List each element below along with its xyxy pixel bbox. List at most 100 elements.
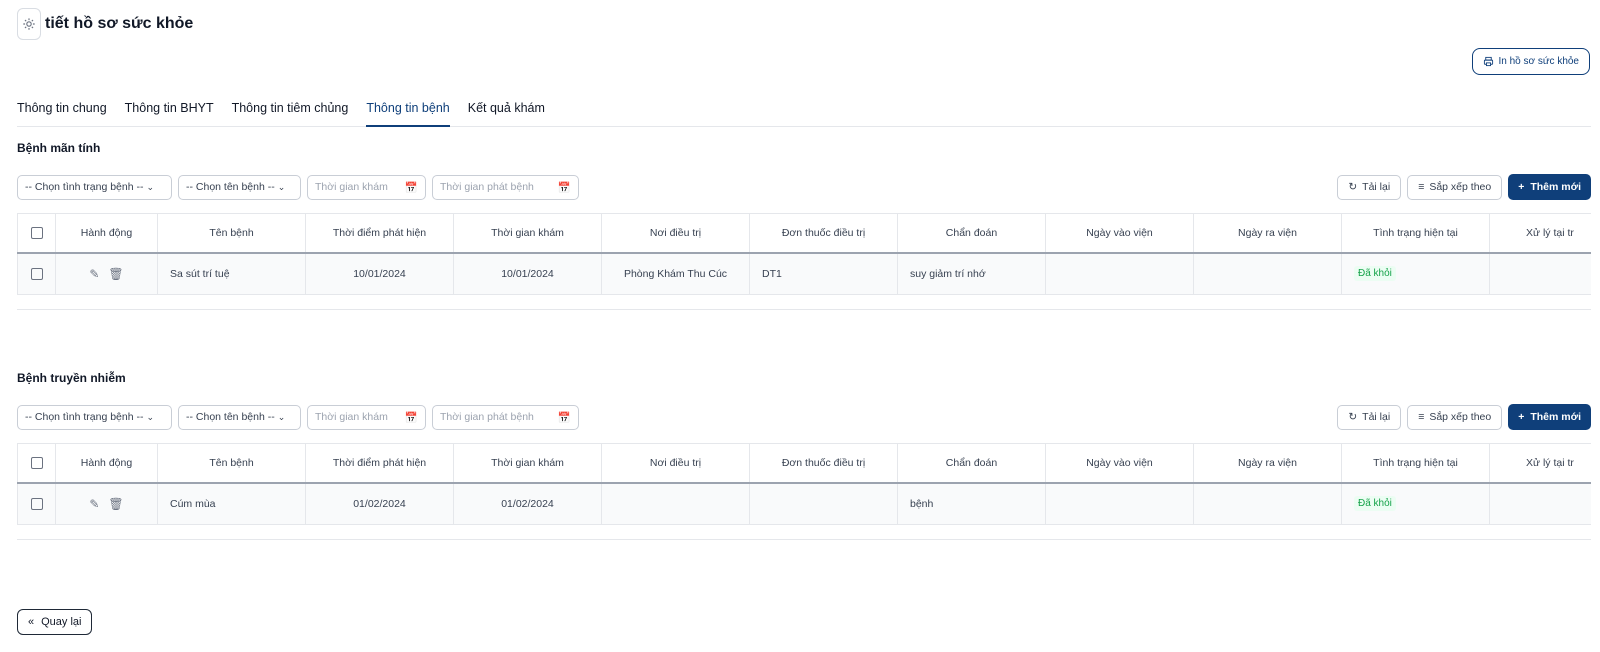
sort-button[interactable]: ≡ Sắp xếp theo — [1407, 404, 1503, 430]
column-header: Đơn thuốc điều trị — [749, 443, 898, 484]
admit-date-cell — [1045, 252, 1194, 295]
chronic-disease-section: Bệnh mãn tính -- Chọn tình trạng bệnh --… — [17, 141, 1591, 310]
column-header: Chẩn đoán — [897, 443, 1046, 484]
exam-date-placeholder: Thời gian khám — [315, 181, 388, 193]
page-title: tiết hồ sơ sức khỏe — [45, 15, 194, 32]
treatment-place-cell: Phòng Khám Thu Cúc — [601, 252, 750, 295]
section-title: Bệnh truyền nhiễm — [17, 371, 126, 385]
disease-name-cell: Cúm mùa — [157, 482, 306, 525]
print-button-label: In hồ sơ sức khỏe — [1498, 56, 1579, 67]
column-header: Thời gian khám — [453, 213, 602, 254]
add-label: Thêm mới — [1530, 181, 1581, 193]
sort-label: Sắp xếp theo — [1429, 411, 1492, 423]
reload-button[interactable]: ↻ Tải lại — [1337, 404, 1402, 430]
filter-toolbar: -- Chọn tình trạng bệnh -- ⌄ -- Chọn tên … — [17, 404, 1591, 430]
status-select-value: -- Chọn tình trạng bệnh -- — [25, 181, 144, 193]
gear-icon[interactable] — [17, 8, 41, 40]
onset-date-placeholder: Thời gian phát bệnh — [440, 411, 534, 423]
printer-icon — [1484, 56, 1494, 67]
trash-icon[interactable]: 🗑 — [108, 497, 123, 511]
exam-date-picker[interactable]: Thời gian khám 📅 — [307, 404, 426, 430]
plus-icon: + — [1518, 181, 1525, 193]
table-row: ✎ 🗑 Sa sút trí tuệ 10/01/2024 10/01/2024 … — [17, 252, 1591, 295]
table-row: ✎ 🗑 Cúm mùa 01/02/2024 01/02/2024 bệnh Đã… — [17, 482, 1591, 525]
column-header: Hành động — [55, 213, 158, 254]
exam-date-cell: 01/02/2024 — [453, 482, 602, 525]
disease-name-select[interactable]: -- Chọn tên bệnh -- ⌄ — [178, 174, 301, 200]
sort-label: Sắp xếp theo — [1429, 181, 1492, 193]
refresh-icon: ↻ — [1348, 181, 1358, 193]
onset-date-picker[interactable]: Thời gian phát bệnh 📅 — [432, 404, 579, 430]
trash-icon[interactable]: 🗑 — [108, 267, 123, 281]
add-new-button[interactable]: + Thêm mới — [1508, 174, 1591, 200]
select-all-checkbox[interactable] — [17, 443, 56, 484]
column-header: Ngày vào viện — [1045, 443, 1194, 484]
discharge-date-cell — [1193, 252, 1342, 295]
column-header: Hành động — [55, 443, 158, 484]
column-header: Tình trạng hiện tại — [1341, 443, 1490, 484]
filter-toolbar: -- Chọn tình trạng bệnh -- ⌄ -- Chọn tên … — [17, 174, 1591, 200]
tab-vaccination-info[interactable]: Thông tin tiêm chủng — [232, 96, 349, 127]
status-select-value: -- Chọn tình trạng bệnh -- — [25, 411, 144, 423]
column-header: Ngày ra viện — [1193, 443, 1342, 484]
plus-icon: + — [1518, 411, 1525, 423]
back-button-label: Quay lại — [41, 616, 82, 628]
sort-button[interactable]: ≡ Sắp xếp theo — [1407, 174, 1503, 200]
reload-label: Tải lại — [1362, 411, 1391, 423]
sort-icon: ≡ — [1418, 181, 1425, 193]
section-title: Bệnh mãn tính — [17, 141, 101, 155]
column-header: Chẩn đoán — [897, 213, 1046, 254]
name-select-value: -- Chọn tên bệnh -- — [186, 411, 275, 423]
detected-date-cell: 01/02/2024 — [305, 482, 454, 525]
column-header: Tình trạng hiện tại — [1341, 213, 1490, 254]
add-new-button[interactable]: + Thêm mới — [1508, 404, 1591, 430]
status-badge: Đã khỏi — [1354, 496, 1396, 512]
table-header-row: Hành động Tên bệnh Thời điểm phát hiện T… — [17, 443, 1591, 484]
exam-date-cell: 10/01/2024 — [453, 252, 602, 295]
table-header-row: Hành động Tên bệnh Thời điểm phát hiện T… — [17, 213, 1591, 254]
exam-date-placeholder: Thời gian khám — [315, 411, 388, 423]
tab-disease-info[interactable]: Thông tin bệnh — [366, 96, 450, 127]
edit-icon[interactable]: ✎ — [89, 267, 99, 281]
prescription-cell: DT1 — [749, 252, 898, 295]
status-select[interactable]: -- Chọn tình trạng bệnh -- ⌄ — [17, 174, 172, 200]
reload-button[interactable]: ↻ Tải lại — [1337, 174, 1402, 200]
column-header: Nơi điều trị — [601, 213, 750, 254]
status-select[interactable]: -- Chọn tình trạng bệnh -- ⌄ — [17, 404, 172, 430]
prescription-cell — [749, 482, 898, 525]
sort-icon: ≡ — [1418, 411, 1425, 423]
edit-icon[interactable]: ✎ — [89, 497, 99, 511]
diagnosis-cell: bệnh — [897, 482, 1046, 525]
infectious-disease-table: Hành động Tên bệnh Thời điểm phát hiện T… — [17, 443, 1591, 540]
onset-date-picker[interactable]: Thời gian phát bệnh 📅 — [432, 174, 579, 200]
tab-insurance-info[interactable]: Thông tin BHYT — [125, 96, 214, 127]
page-header: tiết hồ sơ sức khỏe — [17, 8, 193, 40]
back-button[interactable]: « Quay lại — [17, 609, 93, 635]
print-health-record-button[interactable]: In hồ sơ sức khỏe — [1472, 48, 1590, 75]
handling-cell — [1489, 252, 1591, 295]
column-header: Ngày vào viện — [1045, 213, 1194, 254]
tab-general-info[interactable]: Thông tin chung — [17, 96, 107, 127]
tab-exam-results[interactable]: Kết quả khám — [468, 96, 545, 127]
onset-date-placeholder: Thời gian phát bệnh — [440, 181, 534, 193]
disease-name-select[interactable]: -- Chọn tên bệnh -- ⌄ — [178, 404, 301, 430]
exam-date-picker[interactable]: Thời gian khám 📅 — [307, 174, 426, 200]
column-header: Thời điểm phát hiện — [305, 443, 454, 484]
row-checkbox[interactable] — [17, 482, 56, 525]
detected-date-cell: 10/01/2024 — [305, 252, 454, 295]
calendar-icon: 📅 — [557, 411, 571, 424]
row-checkbox[interactable] — [17, 252, 56, 295]
column-header: Tên bệnh — [157, 213, 306, 254]
double-chevron-left-icon: « — [28, 616, 35, 628]
discharge-date-cell — [1193, 482, 1342, 525]
disease-name-cell: Sa sút trí tuệ — [157, 252, 306, 295]
select-all-checkbox[interactable] — [17, 213, 56, 254]
tab-bar: Thông tin chung Thông tin BHYT Thông tin… — [17, 96, 1591, 127]
reload-label: Tải lại — [1362, 181, 1391, 193]
column-header: Đơn thuốc điều trị — [749, 213, 898, 254]
status-badge: Đã khỏi — [1354, 266, 1396, 282]
calendar-icon: 📅 — [404, 181, 418, 194]
add-label: Thêm mới — [1530, 411, 1581, 423]
admit-date-cell — [1045, 482, 1194, 525]
treatment-place-cell — [601, 482, 750, 525]
